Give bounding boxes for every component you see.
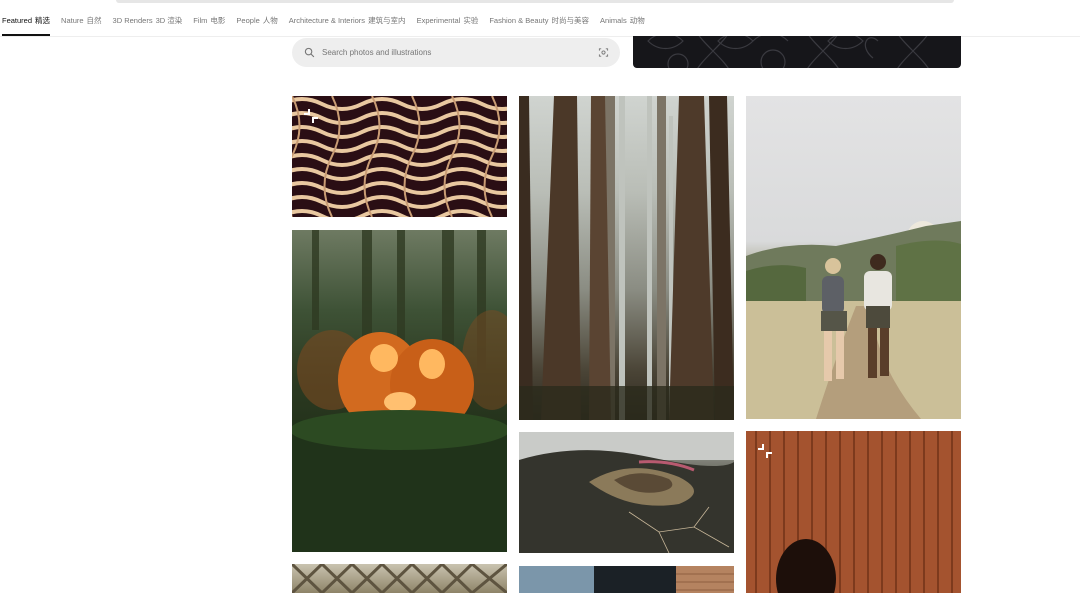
aerial-landscape-image (519, 432, 734, 553)
topic-label: 3D Renders (112, 16, 153, 25)
topic-animals[interactable]: Animals 动物 (600, 6, 645, 35)
banner-pattern-icon (647, 36, 929, 68)
topic-label-zh: 建筑与室内 (368, 16, 406, 25)
topic-label: Nature (61, 16, 84, 25)
topic-label-zh: 动物 (629, 16, 645, 25)
pumpkin-image (292, 230, 507, 552)
photo-tile[interactable] (519, 96, 734, 420)
wooden-wall-image (746, 431, 961, 593)
photo-tile[interactable] (519, 432, 734, 553)
photo-tile[interactable] (746, 96, 961, 419)
photo-tile[interactable] (292, 230, 507, 552)
topic-label: Architecture & Interiors (288, 16, 366, 25)
photo-tile[interactable] (519, 566, 734, 593)
topic-label-zh: 人物 (262, 16, 278, 25)
topic-label: Fashion & Beauty (489, 16, 549, 25)
plus-badge-icon (757, 443, 773, 459)
photo-tile[interactable] (292, 564, 507, 593)
visual-search-icon[interactable] (596, 46, 610, 60)
topic-list: Featured 精选 Nature 自然 3D Renders 3D 渲染 Film… (0, 6, 1080, 36)
photo-tile[interactable] (292, 96, 507, 217)
topic-label: People (236, 16, 260, 25)
topic-label-zh: 精选 (35, 16, 51, 25)
topic-nature[interactable]: Nature 自然 (61, 6, 102, 35)
topic-people[interactable]: People 人物 (236, 6, 277, 35)
topic-label: Featured (2, 16, 33, 25)
topic-experimental[interactable]: Experimental 实验 (417, 6, 479, 35)
topic-architecture-interiors[interactable]: Architecture & Interiors 建筑与室内 (289, 6, 406, 35)
promo-banner[interactable] (633, 36, 961, 68)
topic-nav: Featured 精选 Nature 自然 3D Renders 3D 渲染 Film… (0, 6, 1080, 37)
redwood-forest-image (519, 96, 734, 420)
topic-label-zh: 3D 渲染 (155, 16, 183, 25)
topic-label-zh: 电影 (210, 16, 226, 25)
topic-label: Animals (600, 16, 627, 25)
topic-label: Film (193, 16, 208, 25)
topic-label-zh: 实验 (463, 16, 479, 25)
search-bar[interactable] (292, 38, 620, 67)
architecture-image (292, 564, 507, 593)
search-icon[interactable] (302, 46, 316, 60)
photo-tile[interactable] (746, 431, 961, 593)
wave-pattern-image (292, 96, 507, 217)
topic-label-zh: 自然 (86, 16, 102, 25)
topic-featured[interactable]: Featured 精选 (2, 6, 51, 36)
search-input[interactable] (322, 48, 596, 57)
topic-film[interactable]: Film 电影 (193, 6, 225, 35)
topic-label: Experimental (416, 16, 461, 25)
topic-3d-renders[interactable]: 3D Renders 3D 渲染 (113, 6, 183, 35)
plus-badge-icon (303, 108, 319, 124)
water-dock-image (519, 566, 734, 593)
topic-label-zh: 时尚与美容 (551, 16, 590, 25)
topic-fashion-beauty[interactable]: Fashion & Beauty 时尚与美容 (489, 6, 589, 35)
header-remnant (0, 0, 1080, 4)
hikers-image (746, 221, 961, 419)
